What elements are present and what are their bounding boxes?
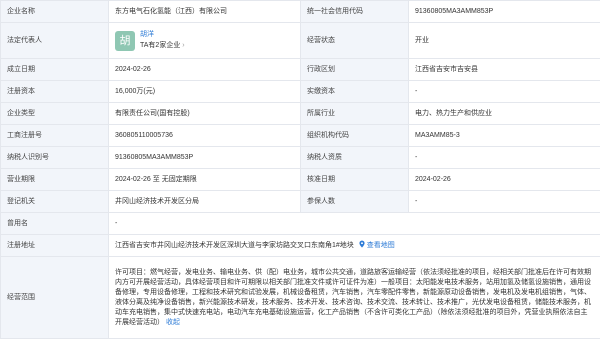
approval-date-value: 2024-02-26 bbox=[408, 168, 600, 191]
credit-code-label: 统一社会信用代码 bbox=[300, 0, 409, 23]
avatar[interactable]: 胡 bbox=[115, 30, 135, 51]
approval-date-label: 核准日期 bbox=[300, 168, 409, 191]
established-label: 成立日期 bbox=[0, 58, 109, 81]
taxpayer-id-label: 纳税人识别号 bbox=[0, 146, 109, 169]
business-info-table: 企业名称 东方电气石化氢能（江西）有限公司 统一社会信用代码 91360805M… bbox=[0, 0, 600, 339]
reg-number-value: 360805110005736 bbox=[108, 124, 301, 147]
table-row: 注册资本 16,000万(元) 实缴资本 - bbox=[0, 80, 600, 103]
company-name-value: 东方电气石化氢能（江西）有限公司 bbox=[108, 0, 301, 23]
scope-label: 经营范围 bbox=[0, 256, 109, 339]
insured-value: - bbox=[408, 190, 600, 213]
paid-capital-label: 实缴资本 bbox=[300, 80, 409, 103]
former-name-value: - bbox=[108, 212, 600, 235]
org-code-label: 组织机构代码 bbox=[300, 124, 409, 147]
table-row: 企业类型 有限责任公司(国有控股) 所属行业 电力、热力生产和供应业 bbox=[0, 102, 600, 125]
authority-label: 登记机关 bbox=[0, 190, 109, 213]
term-label: 营业期限 bbox=[0, 168, 109, 191]
reg-capital-value: 16,000万(元) bbox=[108, 80, 301, 103]
authority-value: 井冈山经济技术开发区分局 bbox=[108, 190, 301, 213]
table-row: 营业期限 2024-02-26 至 无固定期限 核准日期 2024-02-26 bbox=[0, 168, 600, 191]
table-row: 登记机关 井冈山经济技术开发区分局 参保人数 - bbox=[0, 190, 600, 213]
term-value: 2024-02-26 至 无固定期限 bbox=[108, 168, 301, 191]
legal-rep-name-link[interactable]: 胡洋 bbox=[140, 30, 185, 40]
region-value: 江西省吉安市吉安县 bbox=[408, 58, 600, 81]
collapse-link[interactable]: 收起 bbox=[166, 319, 180, 326]
scope-cell: 许可项目：燃气经营，发电业务、输电业务、供（配）电业务，城市公共交通，道路旅客运… bbox=[108, 256, 600, 339]
business-info-panel: 企业名称 东方电气石化氢能（江西）有限公司 统一社会信用代码 91360805M… bbox=[0, 0, 600, 339]
taxpayer-id-value: 91360805MA3AMM853P bbox=[108, 146, 301, 169]
paid-capital-value: - bbox=[408, 80, 600, 103]
chevron-right-icon: › bbox=[182, 42, 185, 49]
address-value: 江西省吉安市井冈山经济技术开发区深圳大道与李家坊路交叉口东南角1#地块 bbox=[115, 242, 354, 249]
map-pin-icon[interactable] bbox=[358, 240, 366, 248]
taxpayer-qual-value: - bbox=[408, 146, 600, 169]
table-row: 法定代表人 胡 胡洋 TA有2家企业 › 经营状态 开业 bbox=[0, 22, 600, 59]
scope-value: 许可项目：燃气经营，发电业务、输电业务、供（配）电业务，城市公共交通，道路旅客运… bbox=[115, 268, 591, 326]
taxpayer-qual-label: 纳税人资质 bbox=[300, 146, 409, 169]
industry-label: 所属行业 bbox=[300, 102, 409, 125]
legal-rep-companies-link[interactable]: TA有2家企业 › bbox=[140, 41, 185, 51]
industry-value: 电力、热力生产和供应业 bbox=[408, 102, 600, 125]
table-row: 经营范围 许可项目：燃气经营，发电业务、输电业务、供（配）电业务，城市公共交通，… bbox=[0, 256, 600, 339]
reg-capital-label: 注册资本 bbox=[0, 80, 109, 103]
region-label: 行政区划 bbox=[300, 58, 409, 81]
former-name-label: 曾用名 bbox=[0, 212, 109, 235]
status-label: 经营状态 bbox=[300, 22, 409, 59]
company-type-label: 企业类型 bbox=[0, 102, 109, 125]
insured-label: 参保人数 bbox=[300, 190, 409, 213]
address-label: 注册地址 bbox=[0, 234, 109, 257]
legal-rep-label: 法定代表人 bbox=[0, 22, 109, 59]
org-code-value: MA3AMM85-3 bbox=[408, 124, 600, 147]
company-name-label: 企业名称 bbox=[0, 0, 109, 23]
legal-rep-info: 胡洋 TA有2家企业 › bbox=[140, 30, 185, 51]
table-row: 曾用名 - bbox=[0, 212, 600, 235]
legal-rep-companies-text: TA有2家企业 bbox=[140, 42, 181, 49]
legal-rep-block: 胡 胡洋 TA有2家企业 › bbox=[115, 30, 294, 51]
table-row: 成立日期 2024-02-26 行政区划 江西省吉安市吉安县 bbox=[0, 58, 600, 81]
legal-rep-cell: 胡 胡洋 TA有2家企业 › bbox=[108, 22, 301, 59]
credit-code-value: 91360805MA3AMM853P bbox=[408, 0, 600, 23]
view-map-link[interactable]: 查看地图 bbox=[367, 242, 395, 249]
reg-number-label: 工商注册号 bbox=[0, 124, 109, 147]
table-row: 注册地址 江西省吉安市井冈山经济技术开发区深圳大道与李家坊路交叉口东南角1#地块… bbox=[0, 234, 600, 257]
table-row: 企业名称 东方电气石化氢能（江西）有限公司 统一社会信用代码 91360805M… bbox=[0, 0, 600, 23]
established-value: 2024-02-26 bbox=[108, 58, 301, 81]
status-value: 开业 bbox=[408, 22, 600, 59]
company-type-value: 有限责任公司(国有控股) bbox=[108, 102, 301, 125]
table-row: 纳税人识别号 91360805MA3AMM853P 纳税人资质 - bbox=[0, 146, 600, 169]
table-row: 工商注册号 360805110005736 组织机构代码 MA3AMM85-3 bbox=[0, 124, 600, 147]
address-cell: 江西省吉安市井冈山经济技术开发区深圳大道与李家坊路交叉口东南角1#地块 查看地图 bbox=[108, 234, 600, 257]
